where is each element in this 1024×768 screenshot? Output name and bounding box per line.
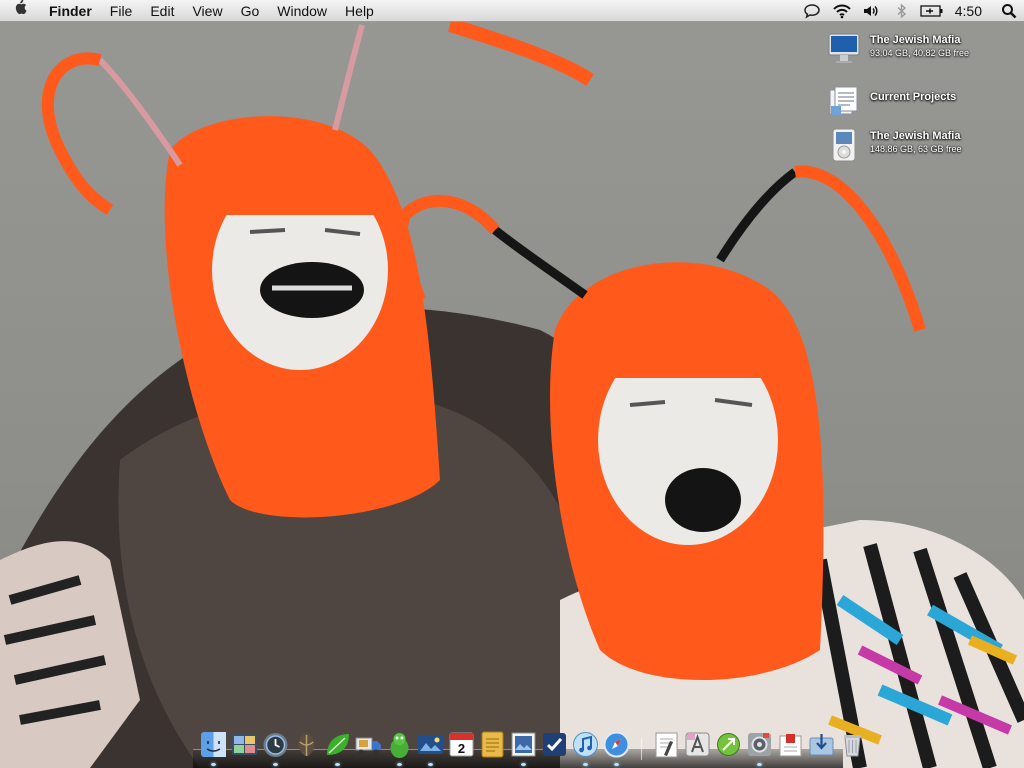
running-indicator: [428, 763, 433, 766]
dock-quake-icon[interactable]: [292, 730, 321, 762]
dock-system-preferences-icon[interactable]: [745, 730, 774, 766]
running-indicator: [397, 763, 402, 766]
menu-view[interactable]: View: [183, 0, 231, 22]
dock-ical-icon[interactable]: 2: [447, 730, 476, 762]
imac-icon: [827, 32, 861, 66]
menu-clock[interactable]: 4:50: [947, 3, 994, 19]
desktop-icon-ipod-drive[interactable]: The Jewish Mafia 148.86 GB, 63 GB free: [827, 128, 962, 162]
battery-icon[interactable]: [917, 0, 947, 22]
desktop-icon-label: The Jewish Mafia: [870, 130, 961, 142]
running-indicator: [273, 763, 278, 766]
ical-day: 2: [458, 741, 465, 756]
dock-finder-icon[interactable]: [199, 730, 228, 766]
menu-go[interactable]: Go: [232, 0, 269, 22]
desktop-icon-label: Current Projects: [870, 91, 957, 103]
running-indicator: [335, 763, 340, 766]
dock-notepad-icon[interactable]: [478, 730, 507, 762]
dock-pdf-viewer-icon[interactable]: [776, 730, 805, 762]
bluetooth-icon[interactable]: [887, 0, 917, 22]
dock-leaf-icon[interactable]: [323, 730, 352, 766]
menu-edit[interactable]: Edit: [141, 0, 183, 22]
desktop-icon-label: The Jewish Mafia: [870, 34, 961, 46]
dock-photo-browser-icon[interactable]: [416, 730, 445, 766]
dock-transmission-icon[interactable]: [714, 730, 743, 762]
volume-icon[interactable]: [857, 0, 887, 22]
running-indicator: [614, 763, 619, 766]
desktop-icon-detail: 148.86 GB, 63 GB free: [870, 144, 962, 154]
dock-preview-icon[interactable]: [509, 730, 538, 766]
menu-window[interactable]: Window: [268, 0, 336, 22]
running-indicator: [521, 763, 526, 766]
menu-bar: Finder File Edit View Go Window Help 4:5…: [0, 0, 1024, 22]
menu-finder[interactable]: Finder: [40, 0, 101, 22]
running-indicator: [757, 763, 762, 766]
desktop-icon-detail: 93.04 GB, 40.82 GB free: [870, 48, 970, 58]
spotlight-icon[interactable]: [994, 0, 1024, 22]
folder-docs-icon: [827, 84, 861, 118]
chat-icon[interactable]: [797, 0, 827, 22]
ipod-icon: [827, 128, 861, 162]
dock-textedit-icon[interactable]: [652, 730, 681, 762]
apple-menu-icon[interactable]: [0, 0, 40, 22]
menu-extras: 4:50: [797, 0, 1024, 22]
dock-delivery-truck-icon[interactable]: [354, 730, 383, 762]
dock-trash-icon[interactable]: [838, 730, 867, 762]
running-indicator: [583, 763, 588, 766]
menu-help[interactable]: Help: [336, 0, 383, 22]
dock-separator: [641, 738, 642, 760]
running-indicator: [211, 763, 216, 766]
dock: 2: [193, 730, 861, 768]
desktop-icon-current-projects[interactable]: Current Projects: [827, 84, 956, 118]
dock-adium-icon[interactable]: [385, 730, 414, 766]
dock-downloads-icon[interactable]: [807, 730, 836, 762]
dock-omnifocus-icon[interactable]: [540, 730, 569, 762]
dock-safari-icon[interactable]: [602, 730, 631, 766]
dock-time-machine-icon[interactable]: [261, 730, 290, 766]
desktop-icon-imac-drive[interactable]: The Jewish Mafia 93.04 GB, 40.82 GB free: [827, 32, 969, 66]
dock-app-store-icon[interactable]: [683, 730, 712, 762]
dock-itunes-icon[interactable]: [571, 730, 600, 766]
menu-file[interactable]: File: [101, 0, 142, 22]
dock-dashboard-icon[interactable]: [230, 730, 259, 762]
wifi-icon[interactable]: [827, 0, 857, 22]
